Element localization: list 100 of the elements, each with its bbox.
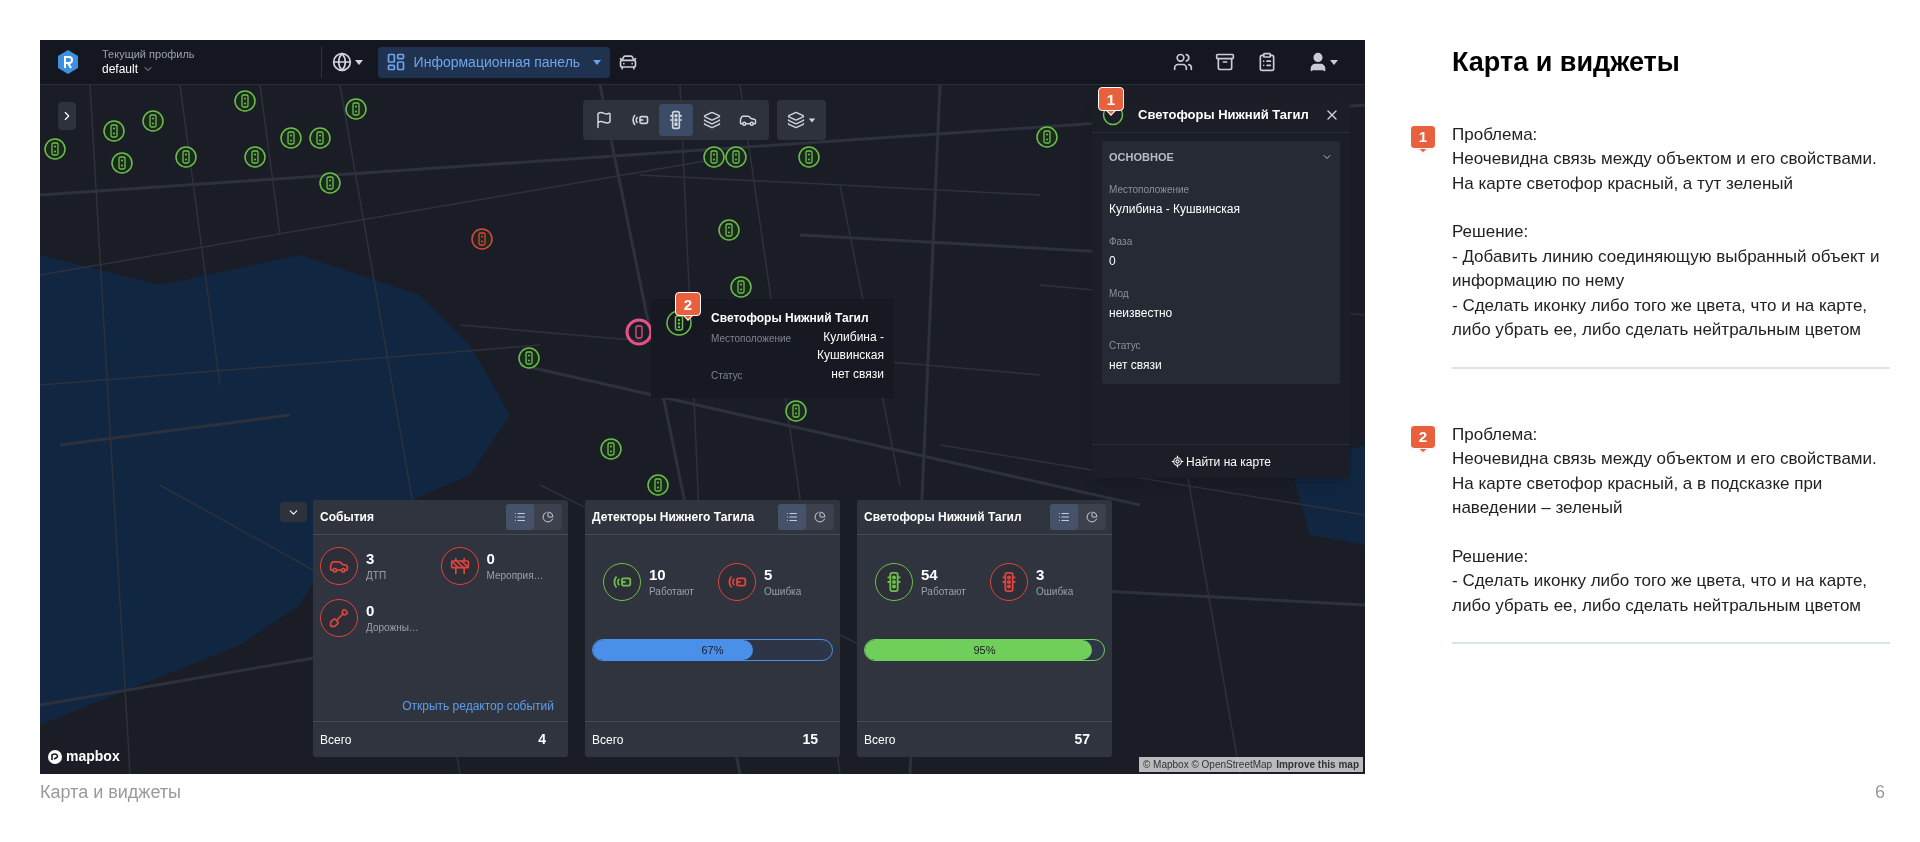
traffic-light-marker[interactable] xyxy=(345,98,367,120)
stat-value: 10 xyxy=(649,565,667,584)
traffic-light-marker[interactable] xyxy=(280,127,302,149)
traffic-light-marker[interactable] xyxy=(175,146,197,168)
traffic-light-marker[interactable] xyxy=(142,110,164,132)
vehicle-button[interactable] xyxy=(618,52,639,72)
field-value: 0 xyxy=(1109,252,1117,270)
total-value: 4 xyxy=(538,730,546,749)
widget-view-tab[interactable] xyxy=(1050,504,1078,530)
total-label: Всего xyxy=(592,731,624,749)
solution-item: - Сделать иконку либо того же цвета, что и на карте, либо убрать ее, либо сделать нейтральным цветом xyxy=(1452,294,1869,341)
traffic-light-marker[interactable] xyxy=(730,276,752,298)
field-value: неизвестно xyxy=(1109,304,1174,322)
traffic-light-marker[interactable] xyxy=(309,127,331,149)
caret-icon xyxy=(353,57,364,67)
traffic-light-marker[interactable] xyxy=(319,172,341,194)
field-label: Статус xyxy=(1109,338,1142,353)
pie-chart-icon xyxy=(814,511,826,523)
traffic-light-marker[interactable] xyxy=(600,438,622,460)
stat-value: 54 xyxy=(921,565,939,584)
total-label: Всего xyxy=(320,731,352,749)
locate-icon xyxy=(1171,455,1185,468)
layers-dropdown[interactable] xyxy=(777,100,826,140)
app-logo-icon xyxy=(56,49,80,75)
pie-chart-icon xyxy=(1086,511,1098,523)
improve-map-link[interactable]: Improve this map xyxy=(1276,757,1359,772)
clipboard-button[interactable] xyxy=(1257,52,1277,72)
expand-sidebar-button[interactable] xyxy=(58,102,76,130)
stat-label: Работают xyxy=(921,584,966,599)
section-header[interactable]: ОСНОВНОЕ xyxy=(1109,149,1333,166)
traffic-light-marker[interactable] xyxy=(234,90,256,112)
field-value: нет связи xyxy=(1109,356,1163,374)
traffic-light-marker[interactable] xyxy=(1036,126,1058,148)
caret-icon xyxy=(592,57,603,67)
total-value: 57 xyxy=(1074,730,1090,749)
users-button[interactable] xyxy=(1173,52,1193,72)
tooltip-title: Светофоры Нижний Тагил xyxy=(711,310,870,327)
list-icon xyxy=(514,511,526,523)
progress-label: 95% xyxy=(972,642,997,658)
stat-label: Работают xyxy=(649,584,694,599)
widget-title: События xyxy=(320,509,374,526)
problem-text: Неочевидна связь между объектом и его свойствами. На карте светофор красный, а в подсказке при наведении – зеленый xyxy=(1452,448,1878,519)
list-icon xyxy=(786,511,798,523)
total-label: Всего xyxy=(864,731,896,749)
open-editor-link[interactable]: Открыть редактор событий xyxy=(402,697,554,715)
traffic-light-marker[interactable] xyxy=(725,146,747,168)
total-value: 15 xyxy=(802,730,818,749)
widget-view-tab[interactable] xyxy=(506,504,534,530)
field-value: Кулибина - Кушвинская xyxy=(1109,200,1241,218)
field-label: Фаза xyxy=(1109,234,1134,249)
find-on-map-button[interactable]: Найти на карте xyxy=(1092,444,1350,478)
notes-title: Карта и виджеты xyxy=(1452,46,1681,79)
profile-label: Текущий профиль xyxy=(102,47,195,61)
traffic-light-marker[interactable] xyxy=(471,228,493,250)
map-layer-tool[interactable] xyxy=(659,104,693,136)
field-label: Мод xyxy=(1109,286,1130,301)
stat-label: Ошибка xyxy=(1036,584,1074,599)
solution-label: Решение: xyxy=(1452,221,1530,243)
language-dropdown[interactable] xyxy=(331,52,364,72)
caret-icon xyxy=(808,116,816,124)
panel-title: Светофоры Нижний Тагил xyxy=(1138,105,1309,124)
archive-icon xyxy=(1215,52,1235,72)
traffic-light-marker[interactable] xyxy=(44,138,66,160)
problem-label: Проблема: xyxy=(1452,423,1539,446)
progress-label: 67% xyxy=(700,642,725,658)
solution-item: - Добавить линию соединяющую выбранный объект и информацию по нему xyxy=(1452,245,1881,292)
highlighted-marker[interactable] xyxy=(625,318,653,346)
collapse-widgets-button[interactable] xyxy=(280,502,307,522)
traffic-light-marker[interactable] xyxy=(111,152,133,174)
traffic-light-marker[interactable] xyxy=(647,474,669,496)
page-number: 6 xyxy=(1875,781,1885,804)
widget-view-tab[interactable] xyxy=(778,504,806,530)
traffic-light-marker[interactable] xyxy=(785,400,807,422)
clipboard-icon xyxy=(1257,52,1277,72)
stat-label: Дорожны… xyxy=(366,620,419,635)
layers-icon xyxy=(787,111,805,129)
stat-value: 0 xyxy=(486,549,496,568)
stat-label: Ошибка xyxy=(764,584,802,599)
traffic-light-marker[interactable] xyxy=(703,146,725,168)
traffic-light-marker[interactable] xyxy=(244,146,266,168)
dashboard-dropdown[interactable]: Информационная панель xyxy=(377,46,611,78)
stat-label: ДТП xyxy=(366,568,387,583)
traffic-light-marker[interactable] xyxy=(718,219,740,241)
tooltip-value: нет связи xyxy=(830,366,884,383)
solution-item: - Сделать иконку либо того же цвета, что и на карте, либо убрать ее, либо сделать нейтральным цветом xyxy=(1452,570,1869,617)
archive-button[interactable] xyxy=(1215,52,1235,72)
stat-value: 3 xyxy=(366,549,376,568)
flag-icon xyxy=(595,111,613,129)
widget-title: Детекторы Нижнего Тагила xyxy=(592,509,755,526)
traffic-light-marker[interactable] xyxy=(798,146,820,168)
layers-icon xyxy=(703,111,721,129)
traffic-light-marker[interactable] xyxy=(103,120,125,142)
globe-icon xyxy=(331,52,352,72)
car-icon xyxy=(618,52,639,72)
profile-dropdown[interactable]: default xyxy=(102,61,195,77)
dashboard-icon xyxy=(385,52,406,72)
traffic-light-marker[interactable] xyxy=(518,347,540,369)
widget-title: Светофоры Нижний Тагил xyxy=(864,509,1022,526)
shovel-icon xyxy=(329,608,349,628)
tooltip-label: Местоположение xyxy=(711,332,792,346)
